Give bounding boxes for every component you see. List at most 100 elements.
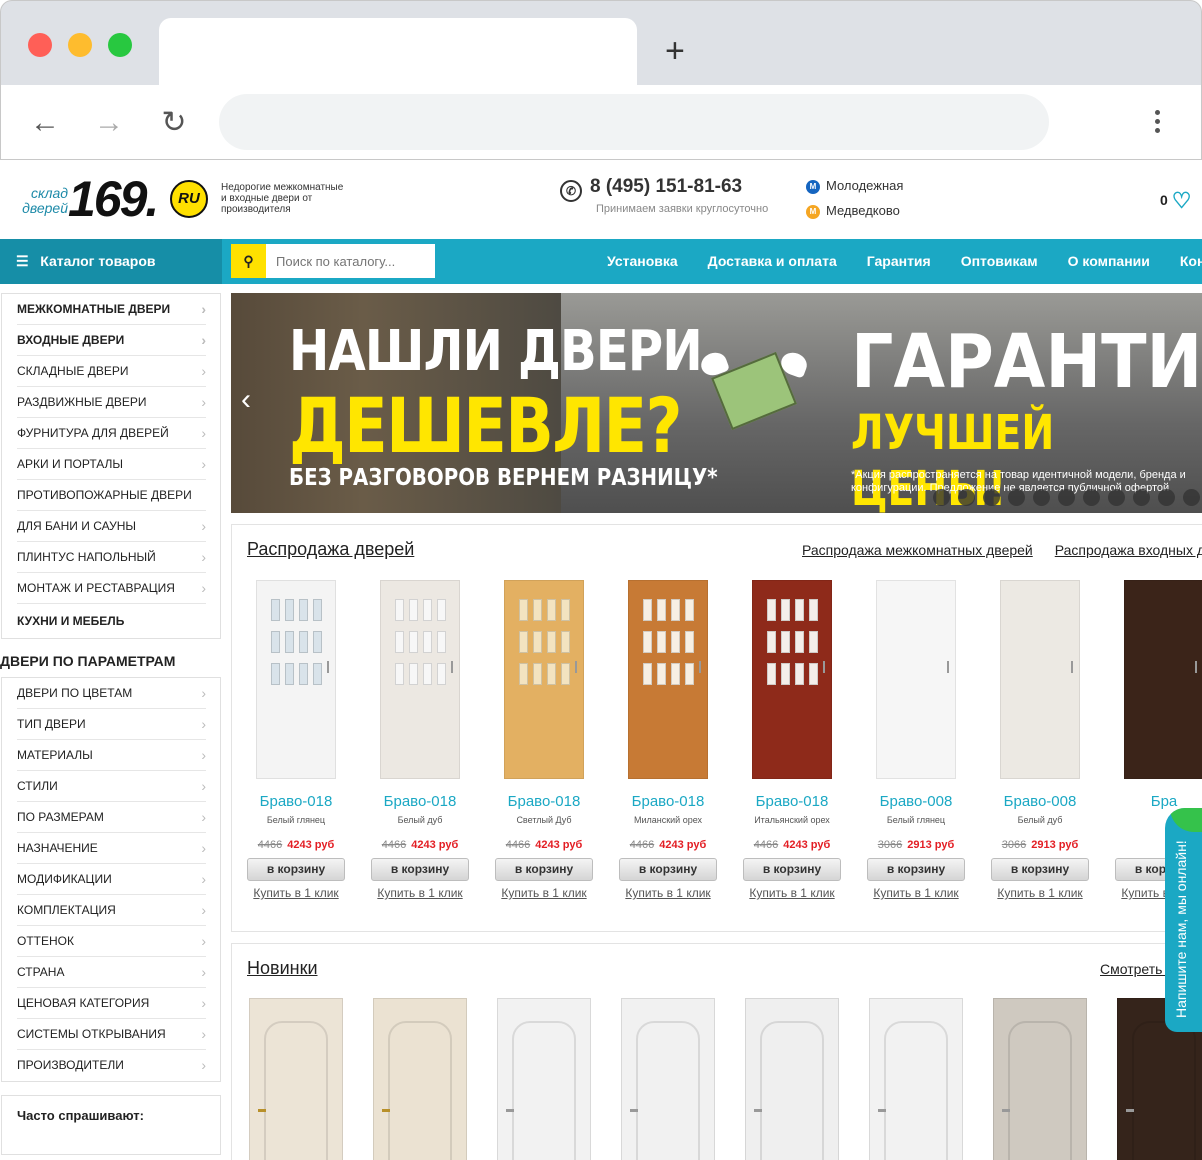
slider-dot[interactable] bbox=[958, 489, 975, 506]
header-phone[interactable]: ✆ 8 (495) 151-81-63 bbox=[560, 176, 742, 202]
sidebar-item[interactable]: КУХНИ И МЕБЕЛЬ bbox=[17, 604, 206, 638]
slider-dot[interactable] bbox=[1033, 489, 1050, 506]
catalog-button[interactable]: ☰ Каталог товаров bbox=[0, 239, 222, 284]
product-name[interactable]: Браво-018 bbox=[234, 793, 358, 810]
slider-dot[interactable] bbox=[1133, 489, 1150, 506]
close-window-icon[interactable] bbox=[28, 33, 52, 57]
door-image[interactable] bbox=[869, 998, 963, 1160]
add-to-cart-button[interactable]: в корзину bbox=[991, 858, 1089, 881]
sidebar-param-item[interactable]: ТИП ДВЕРИ › bbox=[17, 709, 206, 740]
sale-link-entrance[interactable]: Распродажа входных д bbox=[1055, 542, 1202, 558]
search-input[interactable] bbox=[266, 244, 435, 278]
sidebar-param-item[interactable]: НАЗНАЧЕНИЕ › bbox=[17, 833, 206, 864]
slider-dot[interactable] bbox=[1083, 489, 1100, 506]
slider-dot[interactable] bbox=[933, 489, 950, 506]
chevron-left-icon[interactable]: ‹ bbox=[241, 385, 251, 415]
sidebar-param-item[interactable]: СТРАНА › bbox=[17, 957, 206, 988]
back-icon[interactable]: ← bbox=[25, 103, 65, 143]
sidebar-item[interactable]: РАЗДВИЖНЫЕ ДВЕРИ › bbox=[17, 387, 206, 418]
nav-link[interactable]: Кон bbox=[1165, 239, 1202, 284]
sidebar-param-item[interactable]: КОМПЛЕКТАЦИЯ › bbox=[17, 895, 206, 926]
sidebar-param-item[interactable]: ОТТЕНОК › bbox=[17, 926, 206, 957]
door-image[interactable] bbox=[380, 580, 460, 779]
browser-menu-icon[interactable] bbox=[1147, 107, 1167, 137]
sidebar-item[interactable]: АРКИ И ПОРТАЛЫ › bbox=[17, 449, 206, 480]
door-image[interactable] bbox=[628, 580, 708, 779]
door-image[interactable] bbox=[1124, 580, 1202, 779]
door-image[interactable] bbox=[752, 580, 832, 779]
buy-one-click-link[interactable]: Купить в 1 клик bbox=[606, 886, 730, 900]
product-name[interactable]: Браво-008 bbox=[978, 793, 1102, 810]
door-image[interactable] bbox=[745, 998, 839, 1160]
forward-icon[interactable]: → bbox=[89, 103, 129, 143]
promo-banner[interactable]: НАШЛИ ДВЕРИ ДЕШЕВЛЕ? БЕЗ РАЗГОВОРОВ ВЕРН… bbox=[231, 293, 1202, 513]
sidebar-item[interactable]: ДЛЯ БАНИ И САУНЫ › bbox=[17, 511, 206, 542]
buy-one-click-link[interactable]: Купить в 1 клик bbox=[978, 886, 1102, 900]
slider-dot[interactable] bbox=[1158, 489, 1175, 506]
sidebar-item[interactable]: ПРОТИВОПОЖАРНЫЕ ДВЕРИ bbox=[17, 480, 206, 511]
buy-one-click-link[interactable]: Купить в 1 клик bbox=[854, 886, 978, 900]
add-to-cart-button[interactable]: в корзину bbox=[619, 858, 717, 881]
browser-tab[interactable] bbox=[159, 18, 637, 90]
door-image[interactable] bbox=[256, 580, 336, 779]
address-bar[interactable] bbox=[219, 94, 1049, 150]
add-to-cart-button[interactable]: в корзину bbox=[867, 858, 965, 881]
slider-dot[interactable] bbox=[1183, 489, 1200, 506]
door-image[interactable] bbox=[504, 580, 584, 779]
sidebar-param-item[interactable]: СТИЛИ › bbox=[17, 771, 206, 802]
sidebar-item[interactable]: ПЛИНТУС НАПОЛЬНЫЙ › bbox=[17, 542, 206, 573]
sidebar-item[interactable]: СКЛАДНЫЕ ДВЕРИ › bbox=[17, 356, 206, 387]
sidebar-param-item[interactable]: МОДИФИКАЦИИ › bbox=[17, 864, 206, 895]
add-to-cart-button[interactable]: в корзину bbox=[371, 858, 469, 881]
door-image[interactable] bbox=[993, 998, 1087, 1160]
door-image[interactable] bbox=[621, 998, 715, 1160]
sidebar-item[interactable]: МЕЖКОМНАТНЫЕ ДВЕРИ › bbox=[17, 294, 206, 325]
nav-link[interactable]: Оптовикам bbox=[946, 239, 1053, 284]
news-title[interactable]: Новинки bbox=[247, 958, 318, 979]
nav-link[interactable]: Установка bbox=[592, 239, 693, 284]
maximize-window-icon[interactable] bbox=[108, 33, 132, 57]
add-to-cart-button[interactable]: в корзину bbox=[743, 858, 841, 881]
sidebar-item[interactable]: МОНТАЖ И РЕСТАВРАЦИЯ › bbox=[17, 573, 206, 604]
new-tab-icon[interactable]: + bbox=[665, 31, 685, 71]
nav-link[interactable]: Гарантия bbox=[852, 239, 946, 284]
slider-dot[interactable] bbox=[1108, 489, 1125, 506]
buy-one-click-link[interactable]: Купить в 1 клик bbox=[234, 886, 358, 900]
nav-link[interactable]: Доставка и оплата bbox=[693, 239, 852, 284]
buy-one-click-link[interactable]: Купить в 1 клик bbox=[730, 886, 854, 900]
sidebar-param-item[interactable]: ЦЕНОВАЯ КАТЕГОРИЯ › bbox=[17, 988, 206, 1019]
nav-link[interactable]: О компании bbox=[1053, 239, 1165, 284]
door-image[interactable] bbox=[373, 998, 467, 1160]
product-name[interactable]: Браво-018 bbox=[358, 793, 482, 810]
product-name[interactable]: Браво-008 bbox=[854, 793, 978, 810]
add-to-cart-button[interactable]: в корзину bbox=[247, 858, 345, 881]
slider-dot[interactable] bbox=[983, 489, 1000, 506]
sidebar-param-item[interactable]: ПРОИЗВОДИТЕЛИ › bbox=[17, 1050, 206, 1081]
sidebar-param-item[interactable]: СИСТЕМЫ ОТКРЫВАНИЯ › bbox=[17, 1019, 206, 1050]
buy-one-click-link[interactable]: Купить в 1 клик bbox=[358, 886, 482, 900]
sale-link-interior[interactable]: Распродажа межкомнатных дверей bbox=[802, 542, 1033, 558]
minimize-window-icon[interactable] bbox=[68, 33, 92, 57]
search-icon[interactable]: ⚲ bbox=[231, 244, 266, 278]
site-logo[interactable]: склад дверей 169. RU bbox=[12, 174, 212, 224]
sidebar-item[interactable]: ВХОДНЫЕ ДВЕРИ › bbox=[17, 325, 206, 356]
reload-icon[interactable]: ↻ bbox=[154, 103, 194, 143]
sidebar-param-item[interactable]: МАТЕРИАЛЫ › bbox=[17, 740, 206, 771]
product-name[interactable]: Браво-018 bbox=[730, 793, 854, 810]
slider-dot[interactable] bbox=[1008, 489, 1025, 506]
product-name[interactable]: Браво-018 bbox=[606, 793, 730, 810]
buy-one-click-link[interactable]: Купить в 1 клик bbox=[482, 886, 606, 900]
sidebar-param-item[interactable]: ПО РАЗМЕРАМ › bbox=[17, 802, 206, 833]
sidebar-param-item[interactable]: ДВЕРИ ПО ЦВЕТАМ › bbox=[17, 678, 206, 709]
add-to-cart-button[interactable]: в корзину bbox=[495, 858, 593, 881]
door-image[interactable] bbox=[497, 998, 591, 1160]
chat-widget[interactable]: Напишите нам, мы онлайн! bbox=[1165, 808, 1202, 1032]
slider-dot[interactable] bbox=[1058, 489, 1075, 506]
sale-title[interactable]: Распродажа дверей bbox=[247, 539, 414, 560]
product-name[interactable]: Браво-018 bbox=[482, 793, 606, 810]
door-image[interactable] bbox=[876, 580, 956, 779]
sidebar-item[interactable]: ФУРНИТУРА ДЛЯ ДВЕРЕЙ › bbox=[17, 418, 206, 449]
favorites-button[interactable]: 0 ♡ bbox=[1160, 188, 1192, 214]
door-image[interactable] bbox=[249, 998, 343, 1160]
door-image[interactable] bbox=[1000, 580, 1080, 779]
